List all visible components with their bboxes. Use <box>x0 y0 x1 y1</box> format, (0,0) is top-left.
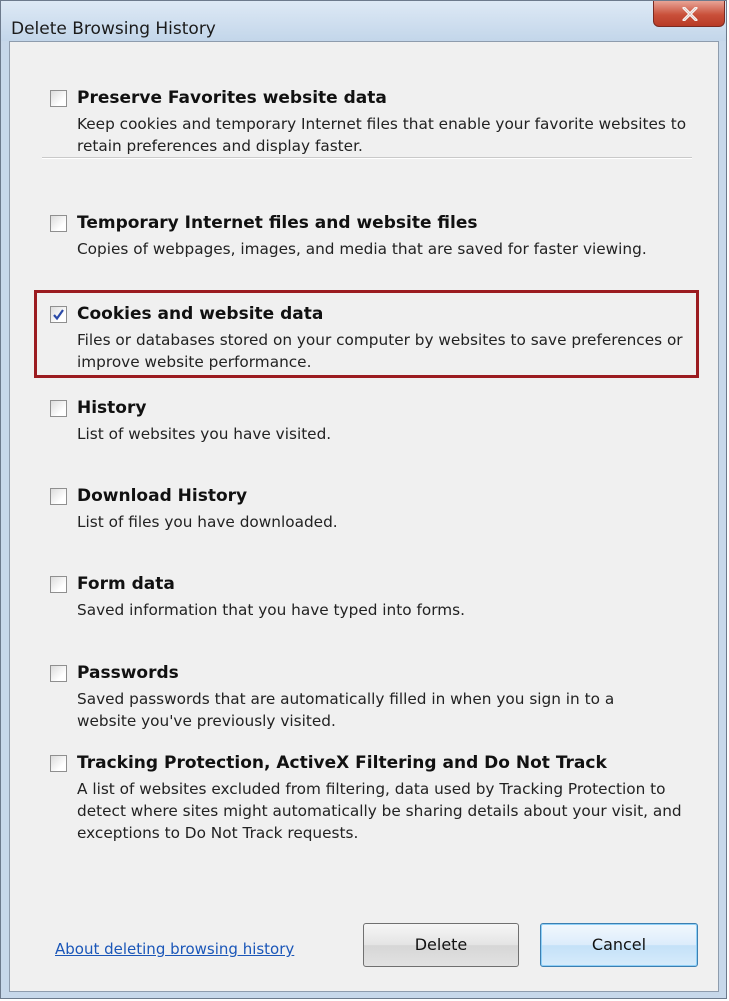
option-label: Temporary Internet files and website fil… <box>77 213 478 233</box>
close-button[interactable] <box>653 1 725 27</box>
dialog-body: Preserve Favorites website data Keep coo… <box>9 41 719 992</box>
about-deleting-history-link[interactable]: About deleting browsing history <box>55 940 294 958</box>
option-label: Tracking Protection, ActiveX Filtering a… <box>77 753 607 773</box>
form-data-checkbox[interactable] <box>50 576 67 593</box>
option-label: Form data <box>77 574 175 594</box>
preserve-favorites-checkbox[interactable] <box>50 90 67 107</box>
temporary-internet-files-checkbox[interactable] <box>50 215 67 232</box>
passwords-checkbox[interactable] <box>50 665 67 682</box>
title-bar: Delete Browsing History <box>1 1 726 41</box>
option-description: Files or databases stored on your comput… <box>77 331 683 371</box>
option-description: Saved passwords that are automatically f… <box>77 690 615 730</box>
history-checkbox[interactable] <box>50 400 67 417</box>
option-description: List of files you have downloaded. <box>77 513 338 531</box>
option-label: Download History <box>77 486 248 506</box>
option-label: History <box>77 398 147 418</box>
download-history-checkbox[interactable] <box>50 488 67 505</box>
option-description: A list of websites excluded from filteri… <box>77 780 682 842</box>
delete-button[interactable]: Delete <box>363 923 519 967</box>
close-icon <box>682 7 698 21</box>
option-label: Preserve Favorites website data <box>77 88 387 108</box>
option-label: Cookies and website data <box>77 304 324 324</box>
checkmark-icon <box>53 309 64 321</box>
cancel-button[interactable]: Cancel <box>540 923 698 967</box>
option-description: Keep cookies and temporary Internet file… <box>77 115 687 155</box>
tracking-protection-checkbox[interactable] <box>50 755 67 772</box>
cookies-checkbox[interactable] <box>50 306 67 323</box>
delete-browsing-history-dialog: Delete Browsing History Preserve Favorit… <box>0 0 727 999</box>
option-description: List of websites you have visited. <box>77 425 332 443</box>
separator <box>42 157 692 159</box>
dialog-title: Delete Browsing History <box>11 19 216 39</box>
option-description: Saved information that you have typed in… <box>77 601 465 619</box>
option-description: Copies of webpages, images, and media th… <box>77 240 647 258</box>
option-label: Passwords <box>77 663 179 683</box>
